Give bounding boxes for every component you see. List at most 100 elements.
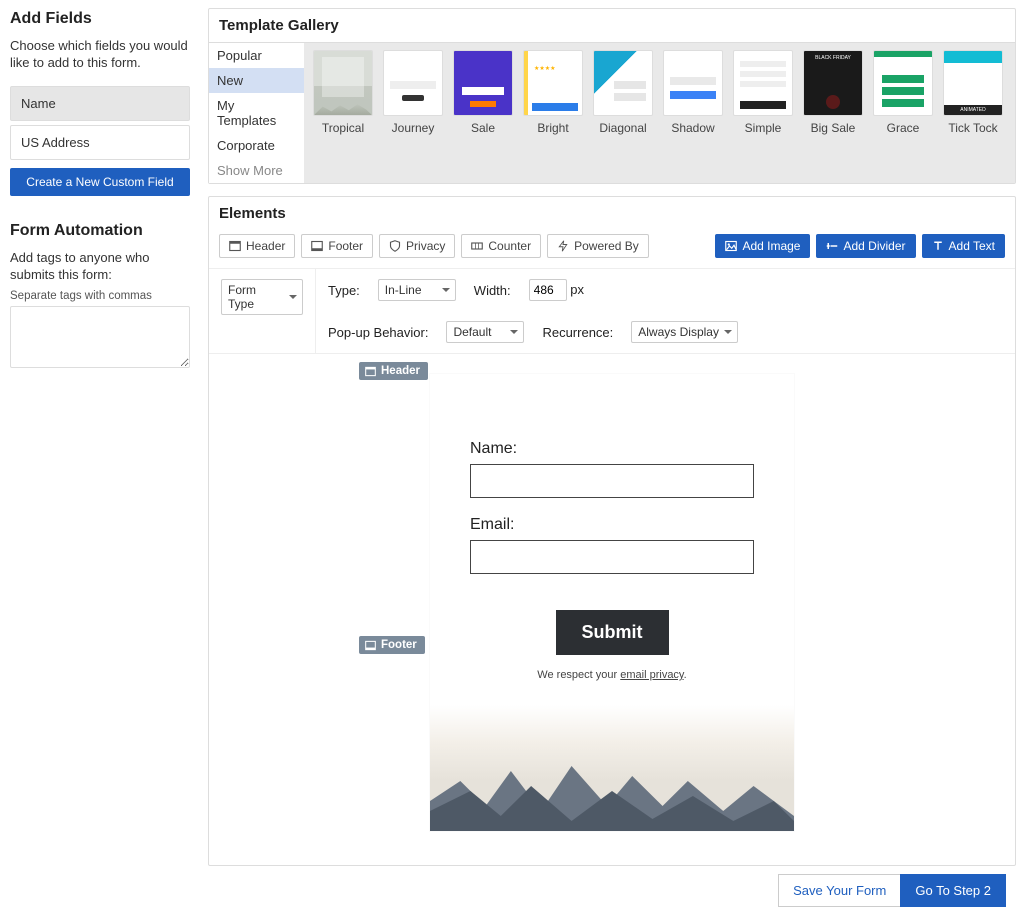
form-automation-help: Add tags to anyone who submits this form… <box>10 250 188 284</box>
template-thumb <box>524 51 582 115</box>
privacy-text: We respect your email privacy. <box>470 669 754 681</box>
form-name-input[interactable] <box>470 464 754 498</box>
add-text-button[interactable]: Add Text <box>922 234 1005 258</box>
width-label: Width: <box>474 283 511 298</box>
add-fields-help: Choose which fields you would like to ad… <box>10 38 188 72</box>
bolt-icon <box>557 240 569 252</box>
template-thumb <box>454 51 512 115</box>
form-name-label: Name: <box>470 440 754 458</box>
form-footer-image <box>430 705 794 831</box>
header-button[interactable]: Header <box>219 234 295 258</box>
template-item[interactable]: Shadow <box>660 51 726 173</box>
gallery-nav-item[interactable]: Corporate <box>209 133 304 158</box>
template-thumb <box>874 51 932 115</box>
sidebar: Add Fields Choose which fields you would… <box>0 0 200 915</box>
footer-icon <box>311 240 323 252</box>
form-settings: Form Type Type: In-Line Width: px Pop-up… <box>209 268 1015 353</box>
form-type-select-label: Form Type <box>228 283 284 311</box>
template-thumb <box>384 51 442 115</box>
powered-by-button[interactable]: Powered By <box>547 234 649 258</box>
footer-tag-label: Footer <box>381 639 417 651</box>
template-gallery-nav: PopularNewMy TemplatesCorporateShow More <box>209 43 304 183</box>
template-name: Diagonal <box>590 121 656 135</box>
elements-toolbar: HeaderFooterPrivacyCounterPowered By Add … <box>209 230 1015 268</box>
save-form-button[interactable]: Save Your Form <box>778 874 900 907</box>
main: Template Gallery PopularNewMy TemplatesC… <box>200 0 1024 915</box>
gallery-nav-item[interactable]: Show More <box>209 158 304 183</box>
template-gallery-title: Template Gallery <box>209 9 1015 43</box>
add-fields-title: Add Fields <box>10 10 188 28</box>
add-image-button[interactable]: Add Image <box>715 234 810 258</box>
field-option[interactable]: US Address <box>10 125 190 160</box>
template-name: Big Sale <box>800 121 866 135</box>
gallery-nav-item[interactable]: New <box>209 68 304 93</box>
template-item[interactable]: Tropical <box>310 51 376 173</box>
privacy-link[interactable]: email privacy <box>620 669 683 681</box>
template-name: Tick Tock <box>940 121 1006 135</box>
template-gallery-items: Tropical Journey Sale Bright Diagonal Shadow S… <box>304 43 1015 183</box>
form-canvas: Header Footer Name: Email: Submit We res… <box>209 353 1015 865</box>
gallery-nav-item[interactable]: Popular <box>209 43 304 68</box>
template-item[interactable]: Bright <box>520 51 586 173</box>
template-item[interactable]: Simple <box>730 51 796 173</box>
recurrence-value: Always Display <box>638 325 719 339</box>
template-name: Grace <box>870 121 936 135</box>
template-item[interactable]: Diagonal <box>590 51 656 173</box>
popup-behavior-select[interactable]: Default <box>446 321 524 343</box>
tags-input[interactable] <box>10 306 190 368</box>
header-icon <box>365 366 376 377</box>
privacy-suffix: . <box>684 669 687 681</box>
create-custom-field-button[interactable]: Create a New Custom Field <box>10 168 190 196</box>
header-tag-label: Header <box>381 365 420 377</box>
template-name: Tropical <box>310 121 376 135</box>
gallery-nav-item[interactable]: My Templates <box>209 93 304 133</box>
template-thumb <box>804 51 862 115</box>
add-divider-button[interactable]: Add Divider <box>816 234 915 258</box>
counter-button[interactable]: Counter <box>461 234 541 258</box>
tags-hint: Separate tags with commas <box>10 290 188 302</box>
template-item[interactable]: Tick Tock <box>940 51 1006 173</box>
form-email-input[interactable] <box>470 540 754 574</box>
form-preview[interactable]: Name: Email: Submit We respect your emai… <box>430 374 794 831</box>
counter-icon <box>471 240 483 252</box>
footer-icon <box>365 640 376 651</box>
footer-tag[interactable]: Footer <box>359 636 425 654</box>
template-gallery-panel: Template Gallery PopularNewMy TemplatesC… <box>208 8 1016 184</box>
template-name: Journey <box>380 121 446 135</box>
template-thumb <box>944 51 1002 115</box>
footer-button[interactable]: Footer <box>301 234 373 258</box>
privacy-prefix: We respect your <box>537 669 620 681</box>
form-type-select[interactable]: Form Type <box>221 279 303 315</box>
elements-panel: Elements HeaderFooterPrivacyCounterPower… <box>208 196 1016 866</box>
template-item[interactable]: Big Sale <box>800 51 866 173</box>
type-label: Type: <box>328 283 360 298</box>
template-name: Sale <box>450 121 516 135</box>
template-item[interactable]: Journey <box>380 51 446 173</box>
bottom-actions: Save Your Form Go To Step 2 <box>208 866 1016 915</box>
header-icon <box>229 240 241 252</box>
field-option[interactable]: Name <box>10 86 190 121</box>
image-icon <box>725 240 737 252</box>
elements-title: Elements <box>209 197 1015 230</box>
template-name: Shadow <box>660 121 726 135</box>
template-thumb <box>664 51 722 115</box>
privacy-button[interactable]: Privacy <box>379 234 455 258</box>
width-input[interactable] <box>529 279 567 301</box>
type-select[interactable]: In-Line <box>378 279 456 301</box>
form-submit-button[interactable]: Submit <box>556 610 669 655</box>
template-item[interactable]: Grace <box>870 51 936 173</box>
type-select-value: In-Line <box>385 283 422 297</box>
text-icon <box>932 240 944 252</box>
template-thumb <box>314 51 372 115</box>
template-name: Simple <box>730 121 796 135</box>
width-unit: px <box>570 282 584 297</box>
recurrence-select[interactable]: Always Display <box>631 321 738 343</box>
go-to-step-2-button[interactable]: Go To Step 2 <box>900 874 1006 907</box>
recurrence-label: Recurrence: <box>542 325 613 340</box>
template-thumb <box>594 51 652 115</box>
template-item[interactable]: Sale <box>450 51 516 173</box>
popup-behavior-label: Pop-up Behavior: <box>328 325 428 340</box>
header-tag[interactable]: Header <box>359 362 428 380</box>
divider-icon <box>826 240 838 252</box>
template-name: Bright <box>520 121 586 135</box>
